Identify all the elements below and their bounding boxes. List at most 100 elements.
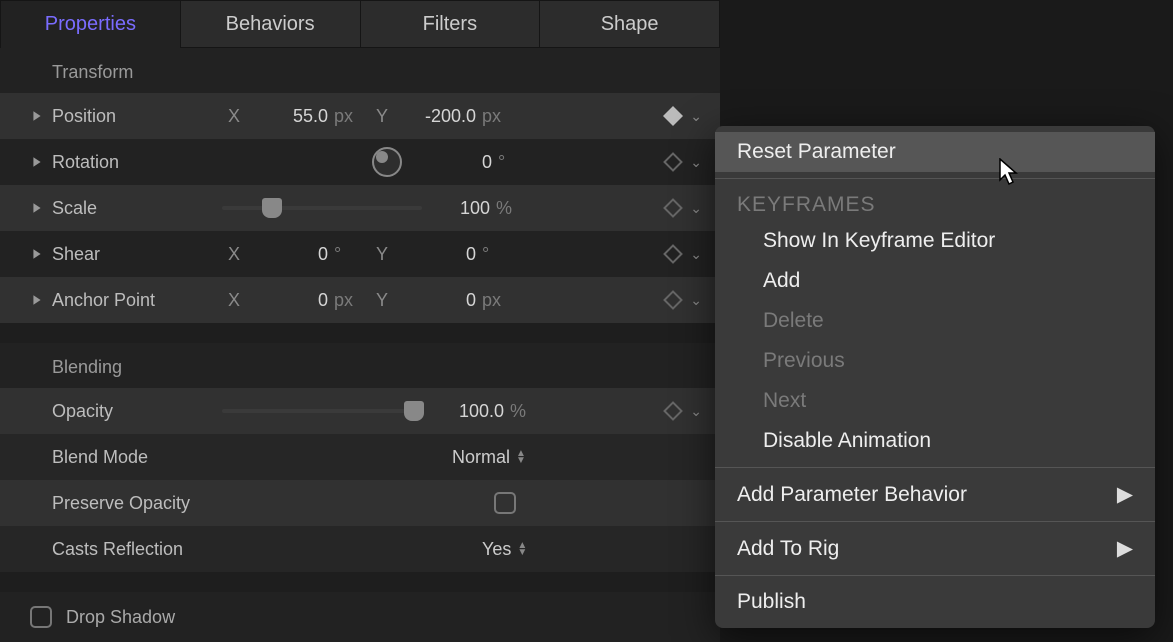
menu-add-keyframe[interactable]: Add <box>715 261 1155 301</box>
param-casts-reflection[interactable]: Casts Reflection Yes ▲▼ <box>0 526 720 572</box>
param-shear[interactable]: Shear X 0 ° Y 0 ° ⌄ <box>0 231 720 277</box>
chevron-down-icon[interactable]: ⌄ <box>690 292 702 309</box>
scale-label: Scale <box>52 198 222 219</box>
updown-arrows-icon[interactable]: ▲▼ <box>517 542 527 556</box>
position-x-value[interactable]: 55.0 <box>246 106 334 127</box>
drop-shadow-label: Drop Shadow <box>66 607 175 628</box>
unit-label: px <box>334 290 370 311</box>
param-blend-mode[interactable]: Blend Mode Normal ▲▼ <box>0 434 720 480</box>
menu-disable-animation[interactable]: Disable Animation <box>715 421 1155 461</box>
keyframe-icon[interactable] <box>663 152 683 172</box>
unit-label: px <box>482 290 518 311</box>
tab-behaviors[interactable]: Behaviors <box>181 0 361 48</box>
disclosure-icon[interactable] <box>28 291 46 309</box>
param-opacity[interactable]: Opacity 100.0 % ⌄ <box>0 388 720 434</box>
menu-add-parameter-behavior[interactable]: Add Parameter Behavior ▶ <box>715 474 1155 515</box>
unit-label: ° <box>498 152 534 173</box>
chevron-down-icon[interactable]: ⌄ <box>690 403 702 420</box>
tab-properties[interactable]: Properties <box>0 0 181 48</box>
chevron-down-icon[interactable]: ⌄ <box>690 154 702 171</box>
keyframe-icon[interactable] <box>663 244 683 264</box>
blending-header: Blending <box>0 343 720 388</box>
menu-show-in-keyframe-editor[interactable]: Show In Keyframe Editor <box>715 221 1155 261</box>
unit-label: px <box>334 106 370 127</box>
casts-reflection-label: Casts Reflection <box>52 539 252 560</box>
disclosure-icon[interactable] <box>28 107 46 125</box>
position-values: X 55.0 px Y -200.0 px <box>222 106 518 127</box>
menu-reset-parameter[interactable]: Reset Parameter <box>715 132 1155 172</box>
param-anchor-point[interactable]: Anchor Point X 0 px Y 0 px ⌄ <box>0 277 720 323</box>
menu-delete-keyframe: Delete <box>715 301 1155 341</box>
keyframe-icon[interactable] <box>663 401 683 421</box>
rotation-label: Rotation <box>52 152 222 173</box>
menu-item-label: Add <box>763 269 800 293</box>
position-y-value[interactable]: -200.0 <box>394 106 482 127</box>
opacity-value[interactable]: 100.0 <box>440 401 510 422</box>
shear-y-value[interactable]: 0 <box>394 244 482 265</box>
tab-filters[interactable]: Filters <box>361 0 541 48</box>
anchor-label: Anchor Point <box>52 290 222 311</box>
anchor-x-value[interactable]: 0 <box>246 290 334 311</box>
inspector-panel: Properties Behaviors Filters Shape Trans… <box>0 0 720 642</box>
menu-add-to-rig[interactable]: Add To Rig ▶ <box>715 528 1155 569</box>
menu-previous-keyframe: Previous <box>715 341 1155 381</box>
y-axis-label: Y <box>370 106 394 127</box>
rotation-value[interactable]: 0 <box>442 152 498 173</box>
param-rotation[interactable]: Rotation 0 ° ⌄ <box>0 139 720 185</box>
y-axis-label: Y <box>370 290 394 311</box>
scale-slider[interactable] <box>222 197 422 219</box>
blend-mode-value[interactable]: Normal <box>452 447 510 468</box>
x-axis-label: X <box>222 290 246 311</box>
param-position[interactable]: Position X 55.0 px Y -200.0 px ⌄ <box>0 93 720 139</box>
submenu-arrow-icon: ▶ <box>1117 536 1133 561</box>
menu-item-label: Show In Keyframe Editor <box>763 229 995 253</box>
x-axis-label: X <box>222 244 246 265</box>
transform-header: Transform <box>0 48 720 93</box>
unit-label: ° <box>482 244 518 265</box>
disclosure-icon[interactable] <box>28 153 46 171</box>
menu-item-label: Disable Animation <box>763 429 931 453</box>
keyframe-icon[interactable] <box>663 198 683 218</box>
param-drop-shadow[interactable]: Drop Shadow <box>0 592 720 642</box>
preserve-opacity-checkbox[interactable] <box>494 492 516 514</box>
anchor-y-value[interactable]: 0 <box>394 290 482 311</box>
menu-publish[interactable]: Publish <box>715 582 1155 622</box>
menu-item-label: Next <box>763 389 806 413</box>
disclosure-icon[interactable] <box>28 199 46 217</box>
drop-shadow-checkbox[interactable] <box>30 606 52 628</box>
shear-label: Shear <box>52 244 222 265</box>
menu-item-label: Delete <box>763 309 824 333</box>
shear-x-value[interactable]: 0 <box>246 244 334 265</box>
menu-item-label: Add Parameter Behavior <box>737 483 967 507</box>
rotation-dial[interactable] <box>372 147 402 177</box>
position-label: Position <box>52 106 222 127</box>
inspector-tabs: Properties Behaviors Filters Shape <box>0 0 720 48</box>
tab-shape[interactable]: Shape <box>540 0 720 48</box>
chevron-down-icon[interactable]: ⌄ <box>690 246 702 263</box>
y-axis-label: Y <box>370 244 394 265</box>
submenu-arrow-icon: ▶ <box>1117 482 1133 507</box>
unit-label: ° <box>334 244 370 265</box>
animation-context-menu: Reset Parameter KEYFRAMES Show In Keyfra… <box>715 126 1155 628</box>
keyframe-icon[interactable] <box>663 106 683 126</box>
chevron-down-icon[interactable]: ⌄ <box>690 108 702 125</box>
param-scale[interactable]: Scale 100 % ⌄ <box>0 185 720 231</box>
menu-next-keyframe: Next <box>715 381 1155 421</box>
unit-label: % <box>496 198 532 219</box>
unit-label: % <box>510 401 546 422</box>
menu-item-label: Previous <box>763 349 845 373</box>
keyframe-icon[interactable] <box>663 290 683 310</box>
menu-item-label: Add To Rig <box>737 537 839 561</box>
updown-arrows-icon[interactable]: ▲▼ <box>516 450 526 464</box>
opacity-label: Opacity <box>52 401 222 422</box>
casts-reflection-value[interactable]: Yes <box>482 539 511 560</box>
unit-label: px <box>482 106 518 127</box>
menu-item-label: Publish <box>737 590 806 614</box>
chevron-down-icon[interactable]: ⌄ <box>690 200 702 217</box>
scale-value[interactable]: 100 <box>440 198 496 219</box>
opacity-slider[interactable] <box>222 400 422 422</box>
param-preserve-opacity[interactable]: Preserve Opacity <box>0 480 720 526</box>
menu-item-label: Reset Parameter <box>737 140 896 164</box>
x-axis-label: X <box>222 106 246 127</box>
disclosure-icon[interactable] <box>28 245 46 263</box>
